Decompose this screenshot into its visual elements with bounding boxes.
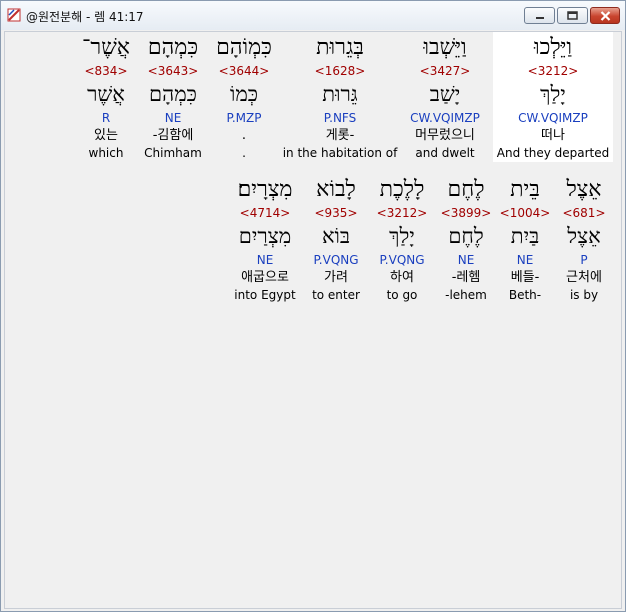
hebrew-word: אֲשֶׁר־ bbox=[81, 35, 130, 60]
parsing-code: P.MZP bbox=[226, 111, 262, 125]
strong-number[interactable]: <4714> bbox=[240, 205, 291, 221]
title-bar[interactable]: @원전분해 - 렘 41:17 bbox=[1, 1, 625, 30]
word-column[interactable]: לֶחֶם <3899> לֶחֶם NE -레헴 -lehem bbox=[437, 174, 495, 304]
parsing-code: P.VQNG bbox=[313, 253, 359, 267]
verse-line: וַיֵּלְכוּ <3212> יָלַךְ CW.VQIMZP 떠나 An… bbox=[71, 32, 613, 162]
hebrew-word: כִּמְוֹהָם bbox=[216, 35, 272, 60]
hebrew-word: אֵצֶל bbox=[566, 177, 602, 202]
hebrew-word: כִּמְהָם bbox=[147, 35, 199, 60]
english-gloss: -lehem bbox=[445, 288, 487, 302]
lemma-word: כִּמְהָם bbox=[149, 82, 197, 106]
english-gloss: is by bbox=[569, 288, 599, 302]
strong-number[interactable]: <3427> bbox=[420, 63, 471, 79]
korean-gloss: 가려 bbox=[324, 270, 348, 285]
word-column[interactable]: לָלֶכֶת <3212> יָלַךְ P.VQNG 하여 to go bbox=[367, 174, 437, 304]
lemma-word: לֶחֶם bbox=[448, 224, 484, 248]
strong-number[interactable]: <935> bbox=[314, 205, 357, 221]
parsing-code: NE bbox=[516, 253, 534, 267]
word-column[interactable]: מִצְרָיִם׃ <4714> מִצְרַיִם NE 애굽으로 into… bbox=[225, 174, 305, 304]
strong-number[interactable]: <1004> bbox=[500, 205, 551, 221]
parsing-code: NE bbox=[256, 253, 274, 267]
word-column[interactable]: אֵצֶל <681> אֵצֶל P 근처에 is by bbox=[555, 174, 613, 304]
hebrew-word: וַיֵּלְכוּ bbox=[533, 35, 573, 60]
interlinear-panel: וַיֵּלְכוּ <3212> יָלַךְ CW.VQIMZP 떠나 An… bbox=[4, 31, 622, 609]
parsing-code: P.VQNG bbox=[379, 253, 425, 267]
english-gloss: and dwelt bbox=[415, 146, 475, 160]
word-column[interactable]: כִּמְהָם <3643> כִּמְהָם NE -김함에 Chimham bbox=[141, 32, 205, 162]
parsing-code: CW.VQIMZP bbox=[410, 111, 480, 125]
word-column[interactable]: כִּמְוֹהָם <3644> כְּמוֹ P.MZP . . bbox=[205, 32, 283, 162]
parsing-code: NE bbox=[457, 253, 475, 267]
word-column[interactable]: וַיֵּשְׁבוּ <3427> יָשַׁב CW.VQIMZP 머무렀으… bbox=[397, 32, 493, 162]
minimize-icon bbox=[535, 16, 544, 19]
english-gloss: to go bbox=[386, 288, 418, 302]
hebrew-word: בֵּית bbox=[510, 177, 540, 202]
word-column[interactable]: אֲשֶׁר־ <834> אֲשֶׁר R 있는 which bbox=[71, 32, 141, 162]
parsing-code: R bbox=[101, 111, 111, 125]
english-gloss: And they departed bbox=[496, 146, 610, 160]
korean-gloss: . bbox=[241, 128, 247, 143]
strong-number[interactable]: <834> bbox=[84, 63, 127, 79]
strong-number[interactable]: <3899> bbox=[441, 205, 492, 221]
hebrew-word: לָבוֹא bbox=[316, 177, 356, 202]
app-window: @원전분해 - 렘 41:17 וַיֵּלְכוּ <3212> יָלַךְ… bbox=[0, 0, 626, 612]
korean-gloss: 떠나 bbox=[541, 128, 565, 143]
lemma-word: יָלַךְ bbox=[540, 82, 566, 106]
word-column[interactable]: לָבוֹא <935> בּוֹא P.VQNG 가려 to enter bbox=[305, 174, 367, 304]
hebrew-word: וַיֵּשְׁבוּ bbox=[423, 35, 467, 60]
english-gloss: into Egypt bbox=[234, 288, 296, 302]
strong-number[interactable]: <3644> bbox=[219, 63, 270, 79]
parsing-code: P bbox=[580, 253, 588, 267]
hebrew-word: לָלֶכֶת bbox=[379, 177, 425, 202]
strong-number[interactable]: <3212> bbox=[528, 63, 579, 79]
korean-gloss: -레헴 bbox=[451, 270, 481, 285]
parsing-code: P.NFS bbox=[323, 111, 357, 125]
english-gloss: to enter bbox=[312, 288, 360, 302]
parsing-code: CW.VQIMZP bbox=[518, 111, 588, 125]
lemma-word: גֵּרוּת bbox=[322, 82, 358, 106]
lemma-word: אֵצֶל bbox=[567, 224, 601, 248]
lemma-word: בּוֹא bbox=[321, 224, 351, 248]
english-gloss: in the habitation of bbox=[282, 146, 398, 160]
verse-line: אֵצֶל <681> אֵצֶל P 근처에 is by בֵּית <100… bbox=[225, 174, 613, 304]
hebrew-word: לֶחֶם bbox=[447, 177, 485, 202]
word-column[interactable]: בְּגֵרוּת <1628> גֵּרוּת P.NFS 게롯- in th… bbox=[282, 32, 398, 162]
maximize-button[interactable] bbox=[557, 7, 588, 24]
strong-number[interactable]: <3643> bbox=[148, 63, 199, 79]
app-icon bbox=[7, 8, 21, 22]
lemma-word: יָשַׁב bbox=[429, 82, 461, 106]
strong-number[interactable]: <681> bbox=[562, 205, 605, 221]
korean-gloss: 하여 bbox=[390, 270, 414, 285]
parsing-code: NE bbox=[164, 111, 182, 125]
korean-gloss: 애굽으로 bbox=[241, 270, 289, 285]
close-icon bbox=[600, 10, 610, 21]
english-gloss: . bbox=[242, 146, 246, 160]
maximize-icon bbox=[567, 11, 578, 20]
close-button[interactable] bbox=[590, 7, 620, 24]
english-gloss: which bbox=[88, 146, 124, 160]
english-gloss: Chimham bbox=[144, 146, 202, 160]
korean-gloss: 게롯- bbox=[325, 128, 355, 143]
lemma-word: מִצְרַיִם bbox=[238, 224, 292, 248]
lemma-word: יָלַךְ bbox=[389, 224, 415, 248]
lemma-word: בַּיִת bbox=[510, 224, 540, 248]
strong-number[interactable]: <1628> bbox=[315, 63, 366, 79]
english-gloss: Beth- bbox=[508, 288, 542, 302]
word-column[interactable]: בֵּית <1004> בַּיִת NE 베들- Beth- bbox=[495, 174, 555, 304]
korean-gloss: 머무렀으니 bbox=[415, 128, 475, 143]
korean-gloss: 근처에 bbox=[566, 270, 602, 285]
window-title: @원전분해 - 렘 41:17 bbox=[26, 10, 144, 24]
word-column[interactable]: וַיֵּלְכוּ <3212> יָלַךְ CW.VQIMZP 떠나 An… bbox=[493, 32, 613, 162]
lemma-word: אֲשֶׁר bbox=[87, 82, 125, 106]
hebrew-word: בְּגֵרוּת bbox=[316, 35, 364, 60]
korean-gloss: -김함에 bbox=[152, 128, 194, 143]
strong-number[interactable]: <3212> bbox=[377, 205, 428, 221]
minimize-button[interactable] bbox=[524, 7, 555, 24]
hebrew-word: מִצְרָיִם׃ bbox=[237, 177, 293, 202]
lemma-word: כְּמוֹ bbox=[229, 82, 259, 106]
korean-gloss: 있는 bbox=[94, 128, 118, 143]
korean-gloss: 베들- bbox=[510, 270, 540, 285]
